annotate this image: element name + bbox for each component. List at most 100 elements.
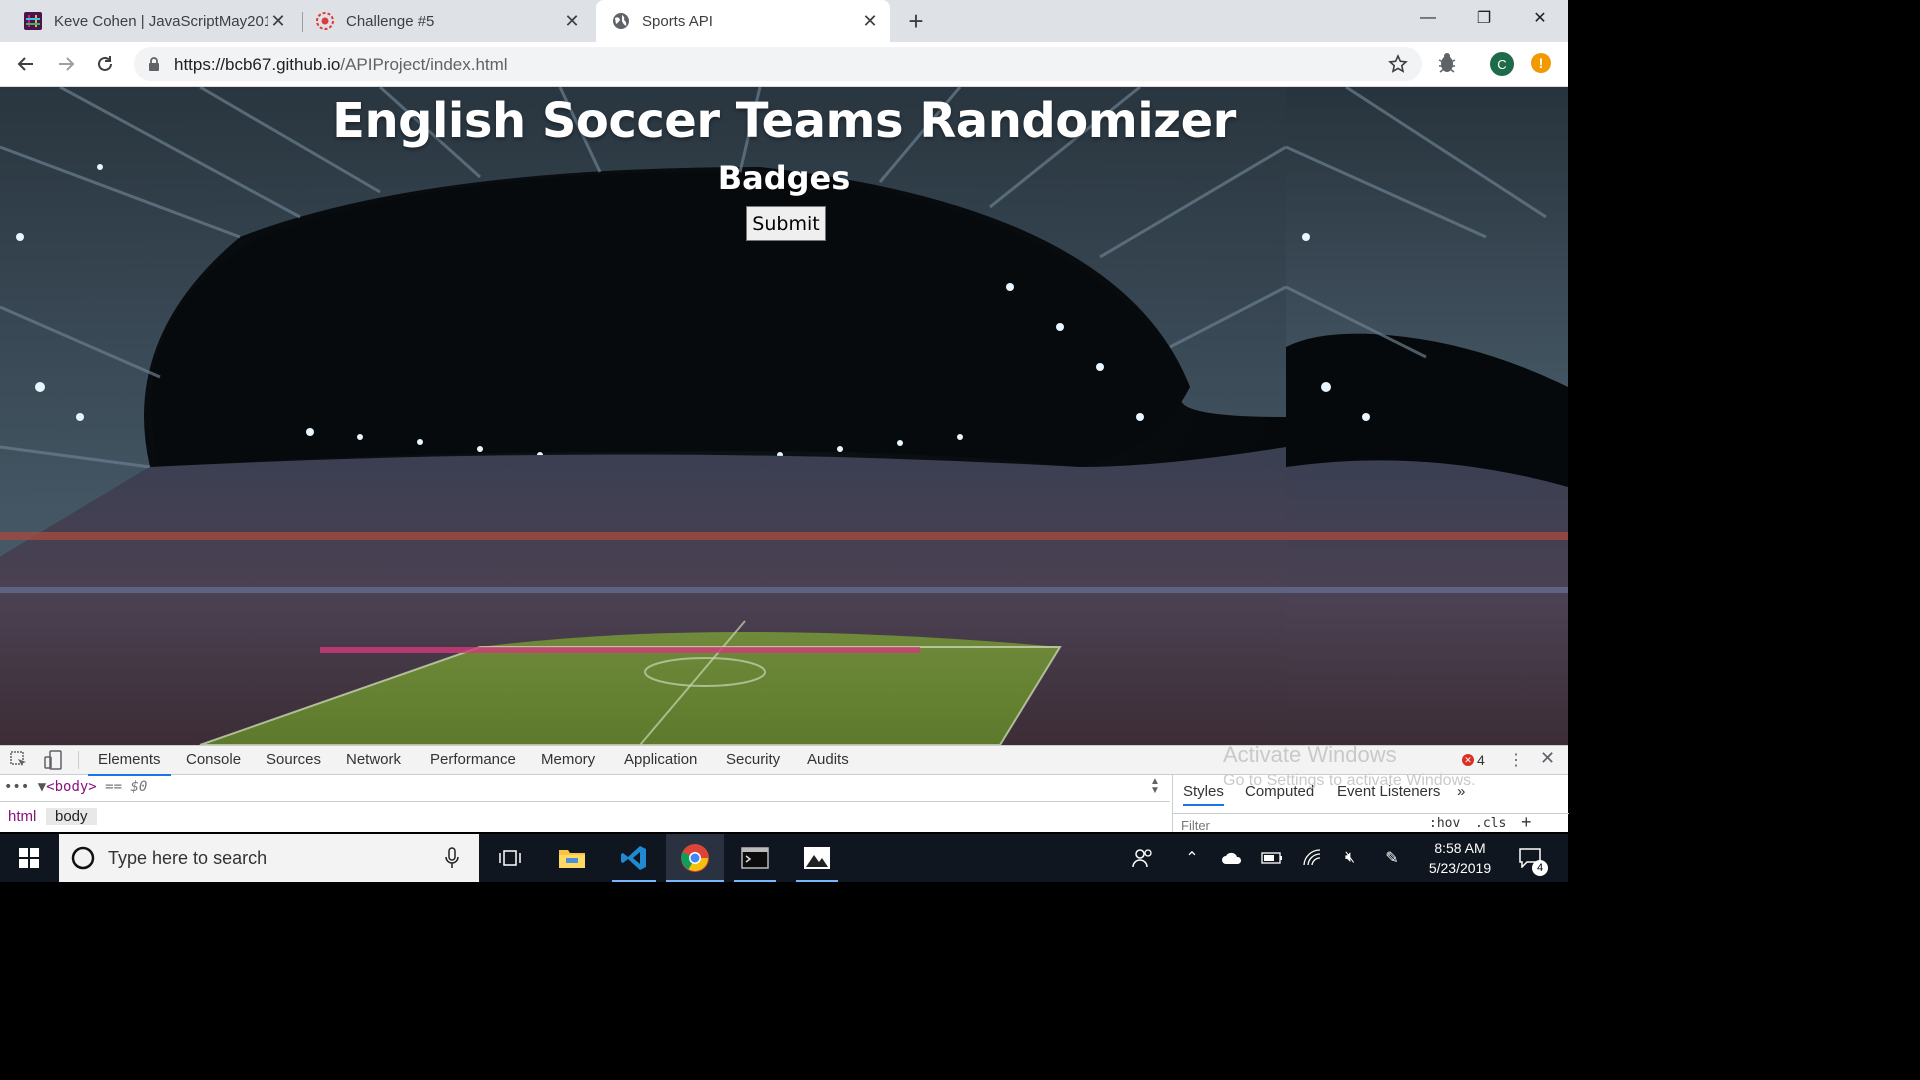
tab-elements[interactable]: Elements — [88, 746, 171, 776]
start-button[interactable] — [0, 834, 58, 882]
photos-button[interactable] — [792, 834, 842, 882]
photos-icon — [804, 847, 830, 869]
tab-title: Keve Cohen | JavaScriptMay2019 — [54, 12, 268, 30]
filter-input[interactable]: Filter — [1181, 818, 1210, 833]
submit-button[interactable]: Submit — [746, 206, 826, 241]
vscode-button[interactable] — [608, 834, 660, 882]
windows-logo-icon — [19, 848, 39, 868]
kebab-menu-icon[interactable]: ⋮ — [1508, 750, 1524, 770]
running-indicator — [734, 880, 776, 882]
running-indicator — [796, 880, 838, 882]
device-toolbar-icon[interactable] — [44, 750, 62, 770]
inspect-element-icon[interactable] — [10, 751, 28, 769]
arrow-right-icon — [59, 57, 75, 71]
close-window-button[interactable]: ✕ — [1512, 0, 1568, 36]
dom-tag: <body> — [46, 779, 97, 795]
cloud-icon — [1222, 852, 1242, 864]
reload-button[interactable] — [91, 50, 119, 78]
windows-taskbar: Type here to search ⌃ 🔇︎ ✎ 8:58 AM 5/23/… — [0, 834, 1568, 882]
tab-memory[interactable]: Memory — [541, 746, 595, 774]
dom-expand-toggle: ••• ▼ — [4, 779, 47, 795]
activate-windows-hint: Go to Settings to activate Windows. — [1223, 772, 1476, 789]
toolbar-divider — [78, 751, 79, 769]
chrome-icon — [681, 844, 709, 872]
battery-icon[interactable] — [1258, 834, 1286, 882]
tab-security[interactable]: Security — [726, 746, 780, 774]
breadcrumb-html[interactable]: html — [8, 808, 36, 825]
tab-audits[interactable]: Audits — [807, 746, 849, 774]
close-devtools-icon[interactable]: ✕ — [1540, 748, 1555, 769]
forward-button[interactable] — [52, 50, 80, 78]
browser-toolbar: https://bcb67.github.io/APIProject/index… — [0, 42, 1568, 87]
notification-count-badge: 4 — [1532, 860, 1548, 876]
hov-toggle[interactable]: :hov — [1429, 816, 1460, 831]
devtools-panel: Elements Console Sources Network Perform… — [0, 742, 1569, 834]
close-tab-icon[interactable]: ✕ — [860, 11, 880, 31]
gear-logo-icon — [316, 12, 334, 30]
back-button[interactable] — [12, 50, 40, 78]
pen-icon[interactable]: ✎ — [1378, 834, 1406, 882]
tab-sources[interactable]: Sources — [266, 746, 321, 774]
arrow-left-icon — [17, 57, 33, 71]
battery-glyph-icon — [1261, 852, 1282, 864]
minimize-button[interactable]: — — [1400, 0, 1456, 36]
breadcrumb: html body — [0, 801, 1170, 832]
people-button[interactable] — [1128, 834, 1158, 882]
terminal-button[interactable] — [730, 834, 780, 882]
styles-filter-row: Filter :hov .cls + — [1173, 812, 1569, 834]
reload-icon — [98, 56, 112, 71]
running-indicator — [612, 880, 656, 882]
cls-toggle[interactable]: .cls — [1475, 816, 1506, 831]
new-style-rule-button[interactable]: + — [1521, 812, 1532, 833]
error-count: 4 — [1477, 752, 1485, 768]
restore-button[interactable]: ❐ — [1456, 0, 1512, 36]
taskbar-search[interactable]: Type here to search — [59, 834, 479, 882]
folder-icon — [559, 850, 585, 868]
dom-ref: == $0 — [105, 779, 148, 795]
search-placeholder: Type here to search — [108, 848, 268, 868]
tab-application[interactable]: Application — [624, 746, 697, 774]
bookmark-star-icon[interactable] — [1388, 54, 1408, 74]
chrome-button[interactable] — [666, 834, 724, 882]
running-indicator — [666, 880, 724, 882]
microphone-icon[interactable] — [445, 847, 459, 869]
tab-title: Sports API — [642, 12, 713, 30]
close-tab-icon[interactable]: ✕ — [562, 11, 582, 31]
address-bar[interactable]: https://bcb67.github.io/APIProject/index… — [134, 47, 1422, 81]
elements-pane: ••• ▼<body> == $0 ▲ ▼ html body — [0, 775, 1170, 832]
error-count-badge[interactable]: ✕ 4 — [1462, 752, 1485, 768]
url-path: /APIProject/index.html — [340, 55, 508, 74]
bug-extension-icon[interactable] — [1437, 52, 1457, 74]
onedrive-icon[interactable] — [1218, 834, 1246, 882]
terminal-icon — [741, 847, 769, 869]
page-subtitle: Badges — [717, 159, 851, 197]
clock-time: 8:58 AM — [1434, 840, 1486, 856]
tab-challenge-5[interactable]: Challenge #5 ✕ — [292, 0, 592, 42]
tab-sports-api[interactable]: Sports API ✕ — [596, 0, 890, 42]
task-view-button[interactable] — [489, 834, 531, 882]
tab-network[interactable]: Network — [346, 746, 401, 774]
new-tab-button[interactable]: + — [904, 6, 928, 36]
error-icon: ✕ — [1462, 754, 1474, 766]
wifi-icon[interactable] — [1298, 834, 1326, 882]
file-explorer-button[interactable] — [548, 834, 596, 882]
cortana-icon — [71, 846, 95, 870]
breadcrumb-body[interactable]: body — [46, 808, 97, 825]
url-text: https://bcb67.github.io/APIProject/index… — [174, 55, 508, 75]
tab-console[interactable]: Console — [186, 746, 241, 774]
taskbar-clock[interactable]: 8:58 AM 5/23/2019 — [1420, 838, 1500, 878]
action-center-button[interactable]: 4 — [1512, 834, 1548, 882]
show-hidden-icons-icon[interactable]: ⌃ — [1180, 834, 1204, 882]
clock-date: 5/23/2019 — [1428, 860, 1492, 876]
scroll-arrows-icon[interactable]: ▲ ▼ — [1150, 777, 1160, 796]
tab-performance[interactable]: Performance — [430, 746, 516, 774]
dom-selected-node[interactable]: ••• ▼<body> == $0 — [4, 779, 147, 795]
tab-keve-cohen[interactable]: Keve Cohen | JavaScriptMay2019 ✕ — [0, 0, 298, 42]
tab-title: Challenge #5 — [346, 12, 435, 30]
tab-styles[interactable]: Styles — [1183, 783, 1224, 806]
close-tab-icon[interactable]: ✕ — [268, 11, 288, 31]
volume-muted-icon[interactable]: 🔇︎ — [1336, 834, 1364, 882]
profile-avatar[interactable]: C — [1490, 52, 1514, 76]
update-alert-icon[interactable]: ! — [1531, 53, 1551, 73]
devtools-tab-bar: Elements Console Sources Network Perform… — [0, 742, 1568, 776]
